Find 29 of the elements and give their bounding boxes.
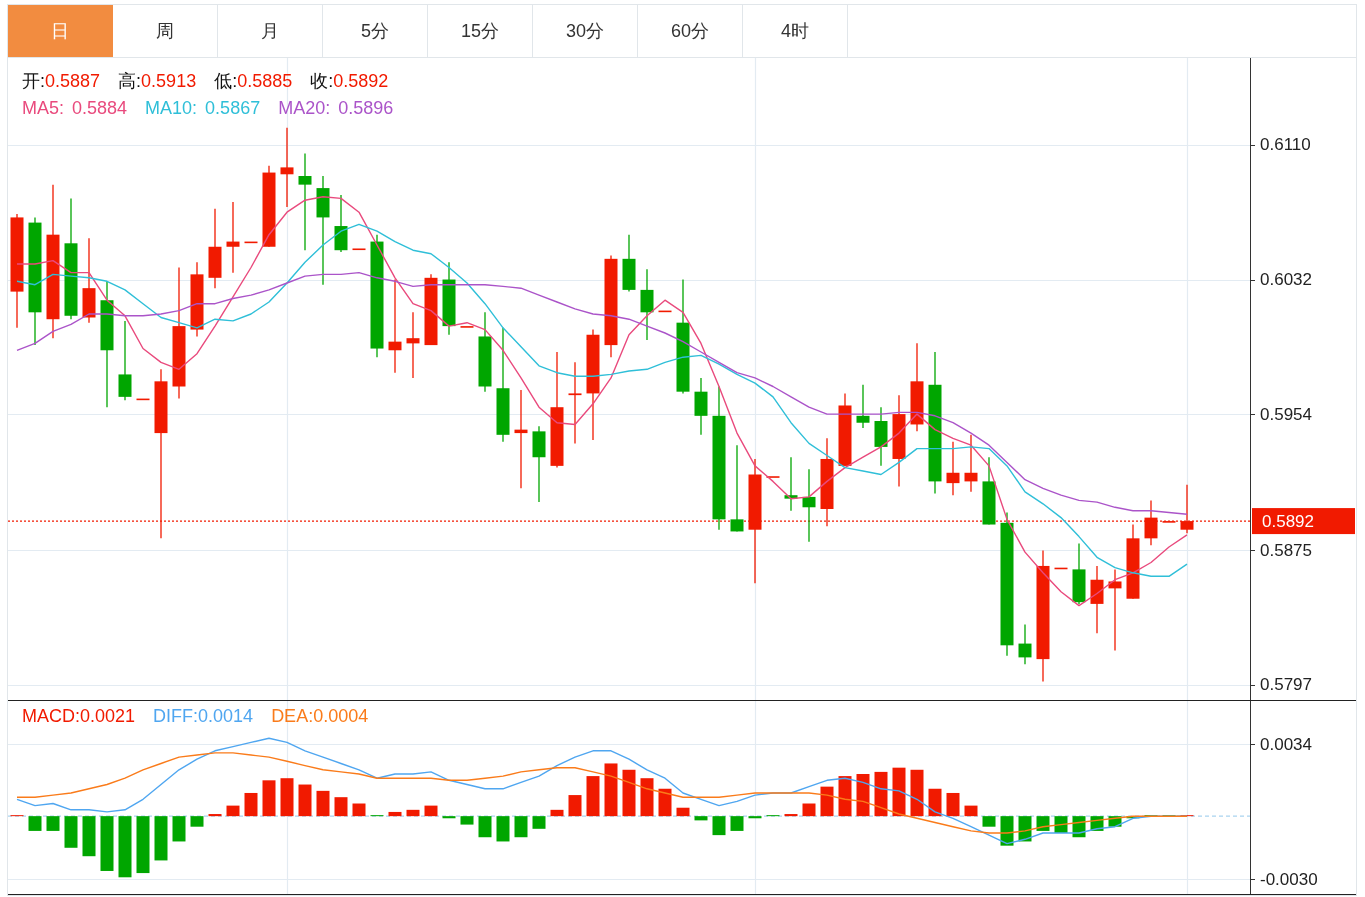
axis-tick-label: 0.6032 xyxy=(1260,270,1312,290)
legend-value: 0.0014 xyxy=(198,705,254,728)
legend-value: 0.0021 xyxy=(80,705,136,728)
axis-tick-label: 0.5797 xyxy=(1260,675,1312,695)
legend-value: 0.0004 xyxy=(313,705,369,728)
legend-label: 开: xyxy=(22,70,45,93)
legend-label: DEA: xyxy=(271,705,314,728)
legend-label: MACD: xyxy=(22,705,80,728)
ref-line-label: 0.5892 xyxy=(1262,511,1314,531)
legend-label: 高: xyxy=(118,70,142,93)
legend-label: 收: xyxy=(310,70,334,93)
legend-label: MA10: xyxy=(145,97,198,120)
legend-value: 0.5887 xyxy=(45,70,101,93)
legend-label: DIFF: xyxy=(153,705,199,728)
axis-tick-label: 0.5875 xyxy=(1260,540,1312,560)
legend-value: 0.5884 xyxy=(72,97,128,120)
legend-label: MA5: xyxy=(22,97,64,120)
legend-label: 低: xyxy=(214,70,238,93)
axis-tick-label: 0.5954 xyxy=(1260,404,1312,424)
axis-tick-label: 0.0034 xyxy=(1260,735,1312,754)
legend-value: 0.5885 xyxy=(237,70,293,93)
legend-value: 0.5867 xyxy=(205,97,261,120)
legend-label: MA20: xyxy=(278,97,331,120)
legend-value: 0.5892 xyxy=(333,70,389,93)
axis-tick-label: 0.6110 xyxy=(1260,135,1311,155)
axis-tick-label: -0.0030 xyxy=(1260,869,1318,889)
legend-value: 0.5896 xyxy=(338,97,394,120)
legend-value: 0.5913 xyxy=(141,70,197,93)
price-tag: 0.5892 xyxy=(1252,508,1355,535)
